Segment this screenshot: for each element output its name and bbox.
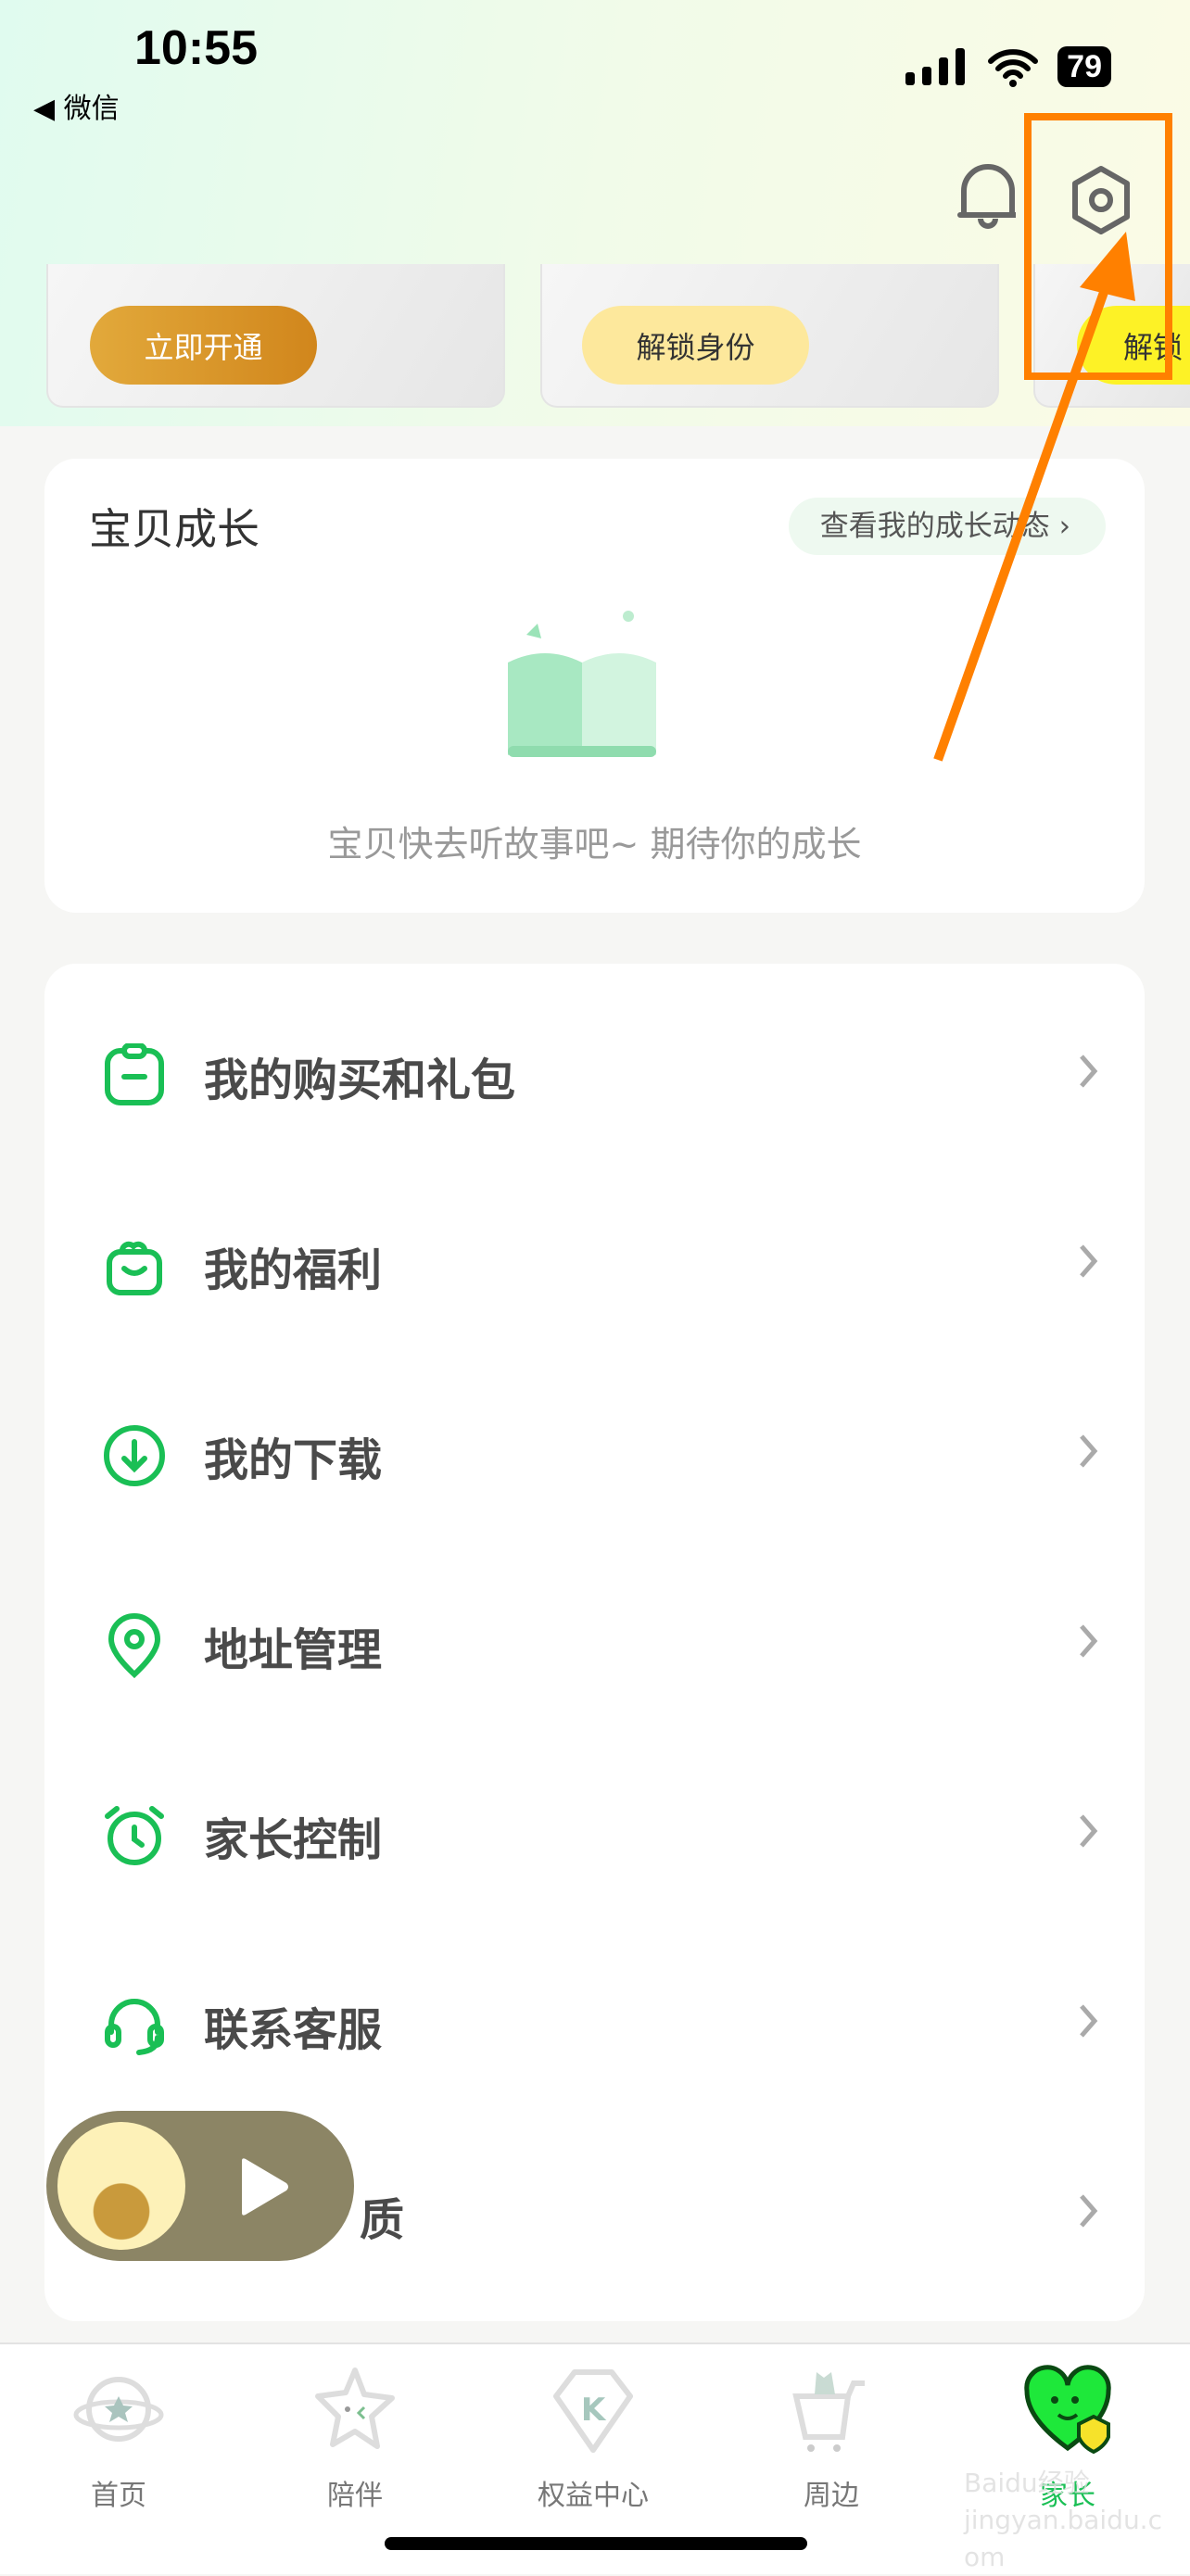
membership-card-1: 立即开通	[46, 264, 505, 408]
menu-label: 我的福利	[204, 1244, 383, 1296]
svg-text:K: K	[581, 2392, 607, 2429]
play-icon[interactable]	[236, 2157, 292, 2216]
wifi-icon	[988, 49, 1039, 87]
unlock-identity-button[interactable]: 解锁身份	[582, 306, 809, 385]
tab-label: 陪伴	[327, 2480, 383, 2512]
menu-label: 我的下载	[204, 1433, 383, 1486]
clipboard-icon	[105, 1042, 164, 1105]
headset-icon	[105, 1998, 164, 2055]
growth-title: 宝贝成长	[89, 504, 260, 554]
tab-home[interactable]: 首页	[26, 2363, 211, 2513]
chevron-right-icon	[1080, 1054, 1098, 1088]
status-icons: 79	[905, 46, 1111, 87]
open-book-icon	[508, 611, 656, 757]
player-cover-image	[57, 2122, 185, 2250]
battery-level: 79	[1057, 46, 1111, 87]
menu-label: 家长控制	[204, 1813, 383, 1866]
growth-link[interactable]: 查看我的成长动态 ›	[788, 498, 1106, 555]
back-app-label: 微信	[63, 93, 120, 125]
menu-label: 质	[360, 2193, 405, 2246]
gift-icon	[107, 1241, 162, 1295]
growth-panel: 宝贝成长 查看我的成长动态 › 宝贝快去听故事吧~ 期待你的成长	[44, 459, 1145, 913]
menu-item-customer-service[interactable]: 联系客服	[44, 1930, 1145, 2120]
menu-item-welfare[interactable]: 我的福利	[44, 1170, 1145, 1360]
shopping-cart-icon	[792, 2372, 865, 2452]
mini-player[interactable]	[46, 2111, 354, 2261]
chevron-right-icon	[1080, 1244, 1098, 1278]
menu-item-downloads[interactable]: 我的下载	[44, 1360, 1145, 1550]
home-indicator[interactable]	[385, 2537, 807, 2550]
menu-label: 联系客服	[204, 2003, 383, 2056]
chevron-right-icon	[1080, 2004, 1098, 2038]
tab-benefits[interactable]: K 权益中心	[500, 2363, 686, 2513]
tab-label: 周边	[804, 2480, 859, 2512]
growth-empty-text: 宝贝快去听故事吧~ 期待你的成长	[327, 824, 862, 865]
download-icon	[104, 1424, 165, 1486]
activate-now-button[interactable]: 立即开通	[90, 306, 317, 385]
tab-merch[interactable]: 周边	[739, 2363, 924, 2513]
watermark: Baidu经验 jingyan.baidu.com	[964, 2468, 1162, 2572]
bell-icon[interactable]	[955, 159, 1021, 234]
planet-icon	[73, 2377, 164, 2442]
chevron-right-icon	[1080, 2194, 1098, 2228]
signal-icon	[905, 48, 966, 85]
tab-label: 首页	[91, 2480, 146, 2512]
chevron-right-icon	[1080, 1434, 1098, 1468]
menu-label: 我的购买和礼包	[204, 1054, 516, 1106]
menu-label: 地址管理	[204, 1623, 383, 1676]
chevron-right-icon	[1080, 1814, 1098, 1848]
growth-link-label: 查看我的成长动态	[819, 510, 1050, 543]
chevron-right-icon	[1080, 1624, 1098, 1658]
tab-label: 权益中心	[538, 2480, 649, 2512]
annotation-highlight-box	[1024, 113, 1172, 380]
star-face-icon	[315, 2368, 395, 2449]
location-pin-icon	[108, 1612, 161, 1678]
alarm-clock-icon	[105, 1805, 164, 1865]
k-diamond-icon: K	[553, 2369, 633, 2453]
menu-item-purchases[interactable]: 我的购买和礼包	[44, 980, 1145, 1170]
back-to-app[interactable]: ◀ 微信	[33, 85, 120, 126]
tab-companion[interactable]: 陪伴	[262, 2363, 448, 2513]
status-time: 10:55	[134, 21, 258, 75]
membership-card-2: 解锁身份	[540, 264, 999, 408]
heart-face-icon	[1024, 2365, 1111, 2455]
menu-item-address[interactable]: 地址管理	[44, 1550, 1145, 1740]
menu-item-parental-control[interactable]: 家长控制	[44, 1740, 1145, 1930]
